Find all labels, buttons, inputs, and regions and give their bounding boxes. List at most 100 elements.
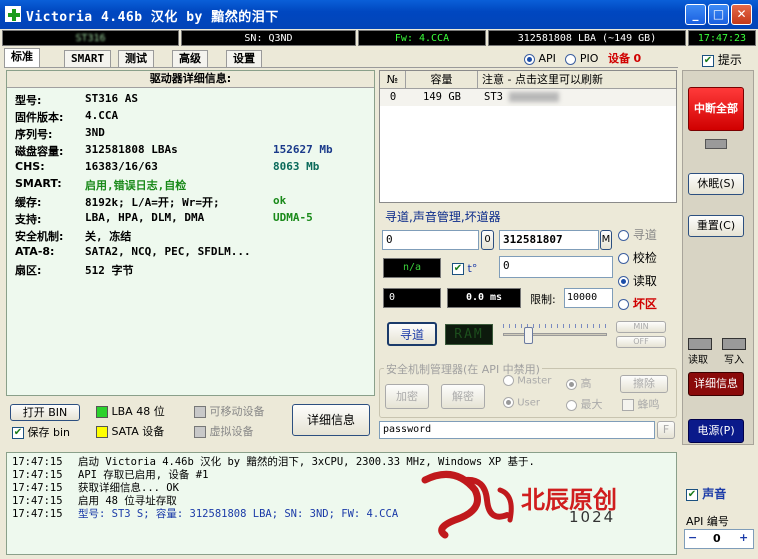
log-panel: 17:47:15 启动 Victoria 4.46b 汉化 by 黯然的泪下, 3…: [6, 452, 677, 555]
tab-settings[interactable]: 设置: [226, 50, 262, 68]
sound-label: 声音: [702, 487, 727, 501]
end-lba-input[interactable]: 312581807: [499, 230, 599, 250]
api-plus-button[interactable]: +: [739, 531, 748, 544]
sata-indicator: SATA 设备: [96, 423, 164, 439]
sound-toggle[interactable]: ✔ 声音: [686, 485, 726, 502]
drive-row-note: ST3: [478, 89, 676, 106]
reset-button[interactable]: 重置(C): [688, 215, 744, 237]
title-bar: Victoria 4.46b 汉化 by 黯然的泪下 _ □ ✕: [0, 0, 758, 29]
close-button[interactable]: ✕: [731, 4, 752, 25]
tab-standard[interactable]: 标准: [4, 48, 40, 68]
virtual-label: 虚拟设备: [209, 425, 254, 438]
save-bin-checkbox[interactable]: ✔: [12, 427, 24, 439]
break-indicator: [705, 139, 727, 149]
seek-button[interactable]: 寻道: [387, 322, 437, 346]
hint-checkbox[interactable]: ✔: [702, 54, 714, 67]
window-title: Victoria 4.46b 汉化 by 黯然的泪下: [26, 10, 279, 25]
open-bin-button[interactable]: 打开 BIN: [10, 404, 80, 421]
radio-read[interactable]: 读取: [618, 270, 657, 293]
info-value: SATA2, NCQ, PEC, SFDLM...: [85, 245, 251, 258]
log-message: 启用 48 位寻址存取: [78, 495, 177, 507]
temp-value: 0: [499, 256, 613, 278]
tab-test[interactable]: 测试: [118, 50, 154, 68]
decrypt-button[interactable]: 解密: [441, 384, 485, 409]
break-all-button[interactable]: 中断全部: [688, 87, 744, 131]
max-radio[interactable]: 最大: [566, 396, 603, 412]
start-lba-button[interactable]: 0: [481, 230, 494, 250]
tab-smart[interactable]: SMART: [64, 50, 112, 68]
pio-radio[interactable]: [565, 53, 577, 65]
device-number: 0: [633, 52, 642, 65]
info-value: 16383/16/63: [85, 160, 158, 173]
col-no[interactable]: №: [380, 71, 406, 88]
log-message: 获取详细信息... OK: [78, 482, 179, 494]
api-minus-button[interactable]: −: [688, 531, 697, 544]
min-button[interactable]: MIN: [616, 321, 666, 333]
removable-indicator: 可移动设备: [194, 403, 265, 419]
status-model: ST316: [2, 30, 179, 46]
temp-label: t°: [467, 262, 478, 275]
drive-table-header[interactable]: № 容量 注意 - 点击这里可以刷新: [380, 71, 676, 89]
limit-input[interactable]: 10000: [564, 288, 613, 308]
tab-advanced[interactable]: 高级: [172, 50, 208, 68]
master-radio[interactable]: Master: [503, 375, 551, 387]
info-label: 支持:: [15, 213, 42, 226]
power-button[interactable]: 电源(P): [688, 419, 744, 443]
col-note[interactable]: 注意 - 点击这里可以刷新: [478, 71, 676, 88]
info-label: 磁盘容量:: [15, 145, 64, 158]
log-time: 17:47:15: [12, 456, 63, 468]
bottom-right-panel: ✔ 声音 API 编号 − 0 +: [682, 480, 756, 556]
erase-button[interactable]: 擦除: [620, 375, 668, 393]
counter-display: 0: [383, 288, 441, 308]
sleep-button[interactable]: 休眠(S): [688, 173, 744, 195]
high-radio[interactable]: 高: [566, 375, 592, 391]
sound-checkbox[interactable]: ✔: [686, 488, 698, 501]
f-button[interactable]: F: [657, 421, 675, 439]
log-time: 17:47:15: [12, 495, 63, 507]
status-clock: 17:47:23: [688, 30, 756, 46]
speed-slider[interactable]: [503, 321, 607, 345]
app-cross-icon: [5, 6, 21, 22]
ms-display: 0.0 ms: [447, 288, 521, 308]
info-value: 4.CCA: [85, 109, 119, 122]
user-radio[interactable]: User: [503, 397, 540, 409]
api-number-stepper[interactable]: − 0 +: [684, 529, 754, 549]
beep-toggle[interactable]: 蜂鸣: [622, 396, 660, 412]
log-line: 17:47:15 型号: ST3 S; 容量: 312581808 LBA; SN…: [12, 508, 676, 521]
off-button[interactable]: OFF: [616, 336, 666, 348]
log-message: 启动 Victoria 4.46b 汉化 by 黯然的泪下, 3xCPU, 23…: [78, 456, 535, 468]
api-radio[interactable]: [524, 53, 535, 65]
lba48-label: LBA 48 位: [111, 405, 165, 418]
details-button[interactable]: 详细信息: [292, 404, 370, 436]
drive-row[interactable]: 0 149 GB ST3: [380, 89, 676, 106]
end-lba-button[interactable]: M: [600, 230, 612, 250]
log-message: 型号: ST3 S; 容量: 312581808 LBA; SN: 3ND; F…: [78, 508, 399, 520]
radio-verify[interactable]: 校检: [618, 247, 657, 270]
info-value: 3ND: [85, 126, 105, 139]
start-lba-input[interactable]: 0: [382, 230, 479, 250]
status-firmware: Fw: 4.CCA: [358, 30, 486, 46]
drive-row-capacity: 149 GB: [423, 91, 461, 103]
save-bin-toggle[interactable]: ✔ 保存 bin: [12, 424, 70, 440]
lba48-indicator: LBA 48 位: [96, 403, 165, 419]
info-value: ST316 AS: [85, 92, 138, 105]
info-label: SMART:: [15, 177, 62, 190]
virtual-indicator: 虚拟设备: [194, 423, 254, 439]
col-capacity[interactable]: 容量: [406, 71, 478, 88]
encrypt-button[interactable]: 加密: [385, 384, 429, 409]
temp-toggle[interactable]: ✔ t°: [452, 262, 477, 275]
maximize-button[interactable]: □: [708, 4, 729, 25]
radio-seek[interactable]: 寻道: [618, 224, 657, 247]
details-side-button[interactable]: 详细信息: [688, 372, 744, 396]
temp-checkbox[interactable]: ✔: [452, 263, 464, 275]
slider-track: [503, 333, 607, 336]
hint-toggle[interactable]: ✔ 提示: [702, 51, 742, 68]
read-label: 读取: [688, 355, 708, 366]
info-label: 缓存:: [15, 196, 42, 209]
slider-thumb[interactable]: [524, 327, 533, 344]
radio-bad[interactable]: 坏区: [618, 293, 657, 316]
slider-ticks: [503, 324, 607, 328]
password-input[interactable]: password: [379, 421, 655, 439]
minimize-button[interactable]: _: [685, 4, 706, 25]
mode-selector: API PIO 设备 0: [524, 50, 641, 66]
